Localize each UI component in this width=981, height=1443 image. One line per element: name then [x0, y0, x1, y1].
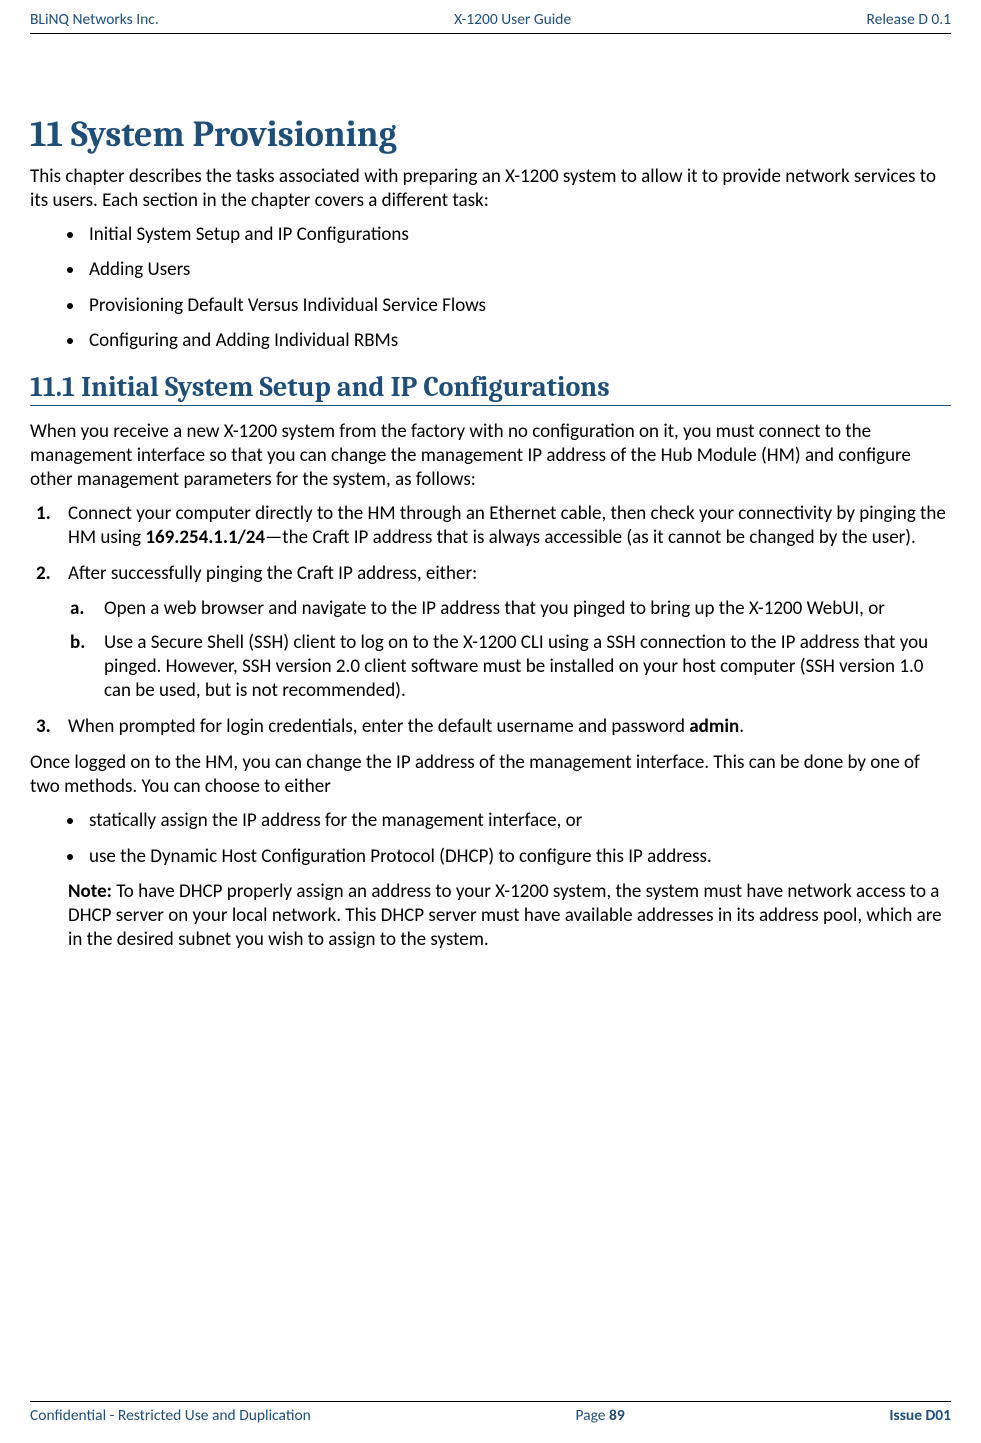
header-release: Release D 0.1 — [866, 10, 951, 29]
substep-item: Use a Secure Shell (SSH) client to log o… — [68, 631, 951, 703]
step-item: When prompted for login credentials, ent… — [30, 715, 951, 739]
steps-list: Connect your computer directly to the HM… — [30, 502, 951, 739]
task-item: Adding Users — [85, 258, 951, 282]
footer-issue: Issue D01 — [889, 1406, 951, 1425]
step-text: . — [739, 715, 744, 738]
chapter-intro: This chapter describes the tasks associa… — [30, 165, 951, 213]
note-label: Note: — [68, 880, 112, 903]
page-footer: Confidential - Restricted Use and Duplic… — [30, 1401, 951, 1425]
footer-page-label: Page — [575, 1406, 608, 1425]
footer-confidential: Confidential - Restricted Use and Duplic… — [30, 1406, 311, 1425]
after-steps-text: Once logged on to the HM, you can change… — [30, 751, 951, 799]
task-item: Configuring and Adding Individual RBMs — [85, 329, 951, 353]
task-list: Initial System Setup and IP Configuratio… — [30, 223, 951, 353]
method-item: use the Dynamic Host Configuration Proto… — [85, 845, 951, 869]
section-heading: 11.1 Initial System Setup and IP Configu… — [30, 371, 951, 406]
default-cred: admin — [689, 715, 739, 738]
task-item: Initial System Setup and IP Configuratio… — [85, 223, 951, 247]
step-text: After successfully pinging the Craft IP … — [68, 562, 477, 585]
substeps-list: Open a web browser and navigate to the I… — [68, 597, 951, 704]
page-header: BLiNQ Networks Inc. X-1200 User Guide Re… — [30, 0, 951, 34]
task-item: Provisioning Default Versus Individual S… — [85, 294, 951, 318]
page-content: 11 System Provisioning This chapter desc… — [30, 34, 951, 952]
substep-item: Open a web browser and navigate to the I… — [68, 597, 951, 621]
note-block: Note: To have DHCP properly assign an ad… — [68, 880, 951, 952]
note-body: To have DHCP properly assign an address … — [68, 880, 942, 951]
footer-page-number: 89 — [609, 1406, 625, 1425]
section-intro: When you receive a new X-1200 system fro… — [30, 420, 951, 492]
step-item: Connect your computer directly to the HM… — [30, 502, 951, 550]
step-item: After successfully pinging the Craft IP … — [30, 562, 951, 703]
footer-page: Page 89 — [575, 1406, 624, 1425]
step-text: When prompted for login credentials, ent… — [68, 715, 689, 738]
step-text: —the Craft IP address that is always acc… — [265, 526, 916, 549]
methods-list: statically assign the IP address for the… — [30, 809, 951, 868]
craft-ip: 169.254.1.1/24 — [145, 526, 265, 549]
header-doc-title: X-1200 User Guide — [454, 10, 571, 29]
chapter-heading: 11 System Provisioning — [30, 114, 951, 155]
header-company: BLiNQ Networks Inc. — [30, 10, 159, 29]
method-item: statically assign the IP address for the… — [85, 809, 951, 833]
